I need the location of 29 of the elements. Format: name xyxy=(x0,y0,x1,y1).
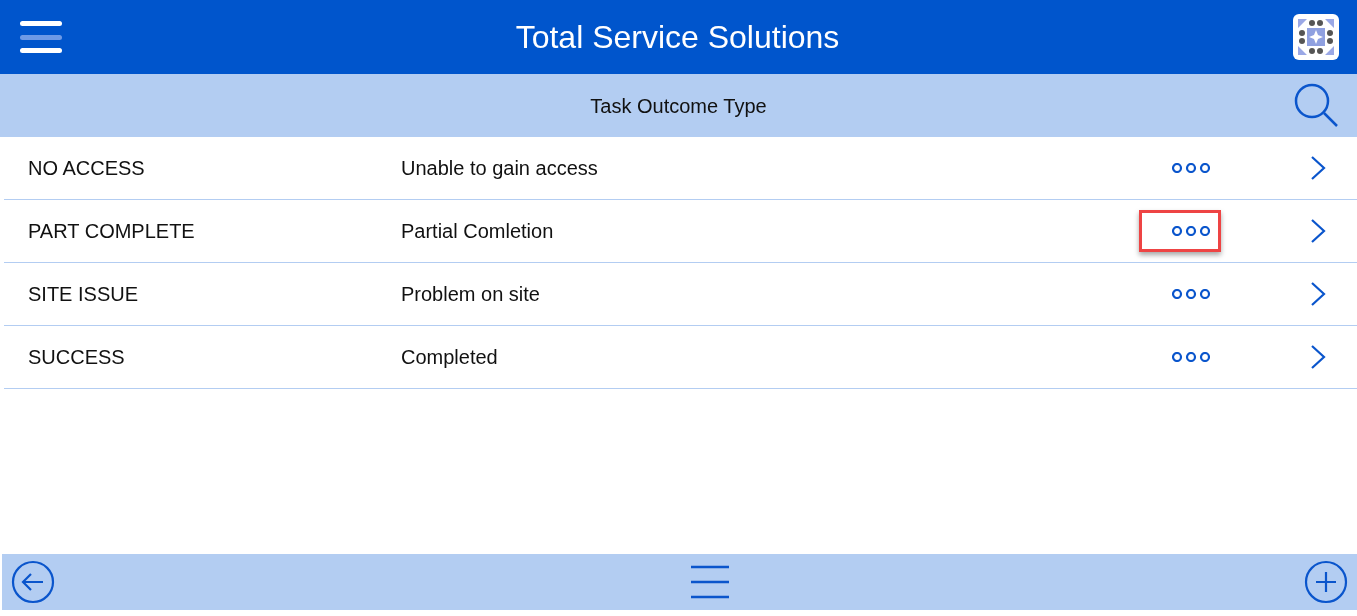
outcome-code: NO ACCESS xyxy=(27,156,146,181)
outcome-code: PART COMPLETE xyxy=(27,219,196,244)
more-icon xyxy=(1172,226,1210,236)
list-menu-button[interactable] xyxy=(689,565,730,599)
list-row[interactable]: NO ACCESS Unable to gain access xyxy=(4,137,1357,200)
outcome-code: SUCCESS xyxy=(27,345,126,370)
outcome-description: Unable to gain access xyxy=(401,156,599,181)
menu-button[interactable] xyxy=(20,19,62,55)
list-row[interactable]: SITE ISSUE Problem on site xyxy=(4,263,1357,326)
chevron-right-icon[interactable] xyxy=(1310,344,1326,370)
add-button[interactable] xyxy=(1303,559,1349,605)
more-icon xyxy=(1172,352,1210,362)
search-button[interactable] xyxy=(1293,82,1339,128)
chevron-right-icon[interactable] xyxy=(1310,281,1326,307)
outcome-description: Partial Comletion xyxy=(401,219,555,244)
outcome-description: Problem on site xyxy=(401,282,541,307)
outcome-code: SITE ISSUE xyxy=(27,282,140,307)
app-logo-icon xyxy=(1293,14,1339,60)
outcome-description: Completed xyxy=(401,345,499,370)
list-row[interactable]: SUCCESS Completed xyxy=(4,326,1357,389)
list-row[interactable]: PART COMPLETE Partial Comletion xyxy=(4,200,1357,263)
chevron-right-icon[interactable] xyxy=(1310,218,1326,244)
more-icon xyxy=(1172,289,1210,299)
page-title: Task Outcome Type xyxy=(590,93,767,119)
back-button[interactable] xyxy=(10,559,56,605)
chevron-right-icon[interactable] xyxy=(1310,155,1326,181)
more-icon xyxy=(1172,163,1210,173)
more-button[interactable] xyxy=(1139,210,1221,252)
app-title: Total Service Solutions xyxy=(515,18,840,57)
